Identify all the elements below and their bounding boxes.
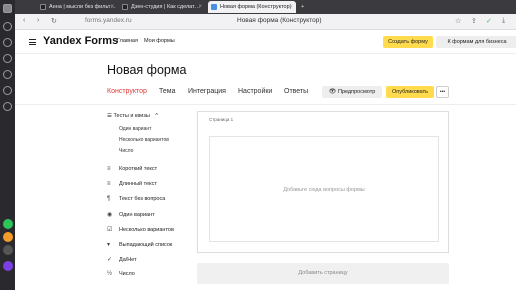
tab-favicon-icon	[211, 4, 217, 10]
brand-logo[interactable]: Yandex Forms	[43, 35, 118, 47]
quiz-icon: ☰	[107, 113, 112, 119]
sidebar-item-multiple-choice[interactable]: ☑ Несколько вариантов	[107, 226, 174, 233]
address-bar: ‹ › ↻ forms.yandex.ru Новая форма (Конст…	[15, 14, 516, 30]
sidebar-item-single-choice[interactable]: ◉ Один вариант	[107, 211, 155, 218]
sidebar-group-quizzes[interactable]: ☰ Тесты и квизы ^	[107, 113, 158, 119]
url-field[interactable]: forms.yandex.ru	[85, 17, 132, 24]
close-tab-icon[interactable]: ×	[198, 1, 202, 13]
tabs-divider	[15, 104, 516, 105]
share-icon[interactable]: ⇪	[471, 17, 477, 25]
sidebar-item-short-text[interactable]: ≡ Короткий текст	[107, 166, 157, 172]
page-title-display: Новая форма (Конструктор)	[237, 17, 322, 24]
yes-no-icon: ✓	[107, 257, 113, 263]
sidebar-item-paragraph[interactable]: ¶ Текст без вопроса	[107, 196, 165, 202]
number-icon: ½	[107, 271, 113, 277]
chevron-up-icon: ^	[155, 113, 158, 119]
tab-favicon-icon	[122, 4, 128, 10]
history-icon[interactable]	[3, 22, 12, 31]
protect-icon[interactable]: ✓	[486, 17, 492, 25]
create-form-button[interactable]: Создать форму	[383, 36, 433, 48]
reload-icon[interactable]: ↻	[51, 17, 57, 25]
preview-button[interactable]: 👁 Предпросмотр	[322, 86, 382, 98]
add-app-icon[interactable]	[3, 245, 13, 255]
checklist-icon[interactable]	[3, 86, 12, 95]
menu-icon[interactable]	[29, 39, 36, 45]
tab-constructor[interactable]: Конструктор	[107, 88, 147, 95]
sidebar-item-number[interactable]: ½ Число	[107, 271, 135, 277]
radio-icon: ◉	[107, 212, 113, 218]
nav-home[interactable]: Главная	[117, 38, 138, 44]
form-title[interactable]: Новая форма	[107, 63, 186, 77]
sidebar-item-dropdown[interactable]: ▾ Выпадающий список	[107, 241, 172, 248]
new-tab-button[interactable]: +	[298, 1, 310, 13]
sidebar-subitem[interactable]: Один вариант	[119, 126, 151, 132]
profile-icon[interactable]	[3, 4, 12, 13]
sidebar-item-long-text[interactable]: ≡ Длинный текст	[107, 181, 157, 187]
page-label[interactable]: Страница 1	[209, 117, 233, 122]
short-text-icon: ≡	[107, 166, 111, 172]
long-text-icon: ≡	[107, 181, 111, 187]
publish-button[interactable]: Опубликовать	[386, 86, 434, 98]
play-icon[interactable]	[3, 38, 12, 47]
browser-tab[interactable]: Анна | мысли без фильт… ×	[37, 1, 117, 13]
form-page: Страница 1 Добавьте сюда вопросы формы	[197, 111, 449, 253]
tab-theme[interactable]: Тема	[159, 88, 175, 95]
paragraph-icon: ¶	[107, 196, 111, 202]
close-tab-icon[interactable]: ×	[110, 1, 114, 13]
mail-icon[interactable]	[3, 232, 13, 242]
calendar-icon[interactable]	[3, 54, 12, 63]
whatsapp-icon[interactable]	[3, 219, 13, 229]
bookmark-icon[interactable]	[3, 102, 12, 111]
more-options-button[interactable]: •••	[436, 86, 449, 98]
drop-hint: Добавьте сюда вопросы формы	[283, 187, 365, 193]
dropdown-icon: ▾	[107, 242, 111, 248]
question-drop-zone[interactable]: Добавьте сюда вопросы формы	[209, 136, 439, 242]
tab-favicon-icon	[40, 4, 46, 10]
tab-answers[interactable]: Ответы	[284, 88, 308, 95]
nav-my-forms[interactable]: Мои формы	[144, 38, 175, 44]
eye-icon: 👁	[328, 89, 338, 95]
forward-icon[interactable]: ›	[37, 17, 39, 24]
alice-icon[interactable]	[3, 261, 13, 271]
sidebar-subitem[interactable]: Несколько вариантов	[119, 137, 169, 143]
bookmark-star-icon[interactable]: ☆	[455, 17, 461, 25]
tab-bar: Анна | мысли без фильт… × Дзен-студия | …	[15, 0, 516, 14]
add-page-button[interactable]: Добавить страницу	[197, 263, 449, 284]
forms-header: Yandex Forms Главная Мои формы Создать ф…	[15, 30, 516, 54]
sidebar-item-yes-no[interactable]: ✓ Да/Нет	[107, 256, 137, 263]
checkbox-icon: ☑	[107, 227, 113, 233]
sidebar-subitem[interactable]: Число	[119, 148, 133, 154]
browser-tab-active[interactable]: Новая форма (Конструктор) ×	[208, 1, 296, 13]
back-icon[interactable]: ‹	[23, 17, 25, 24]
notes-icon[interactable]	[3, 70, 12, 79]
download-icon[interactable]: ⤓	[502, 17, 505, 25]
browser-tab[interactable]: Дзен-студия | Как сделат… ×	[119, 1, 205, 13]
browser-sidebar	[0, 0, 15, 290]
business-forms-button[interactable]: К формам для бизнеса	[436, 36, 516, 48]
tab-integration[interactable]: Интеграция	[188, 88, 226, 95]
tab-settings[interactable]: Настройки	[238, 88, 272, 95]
close-tab-icon[interactable]: ×	[289, 1, 293, 13]
